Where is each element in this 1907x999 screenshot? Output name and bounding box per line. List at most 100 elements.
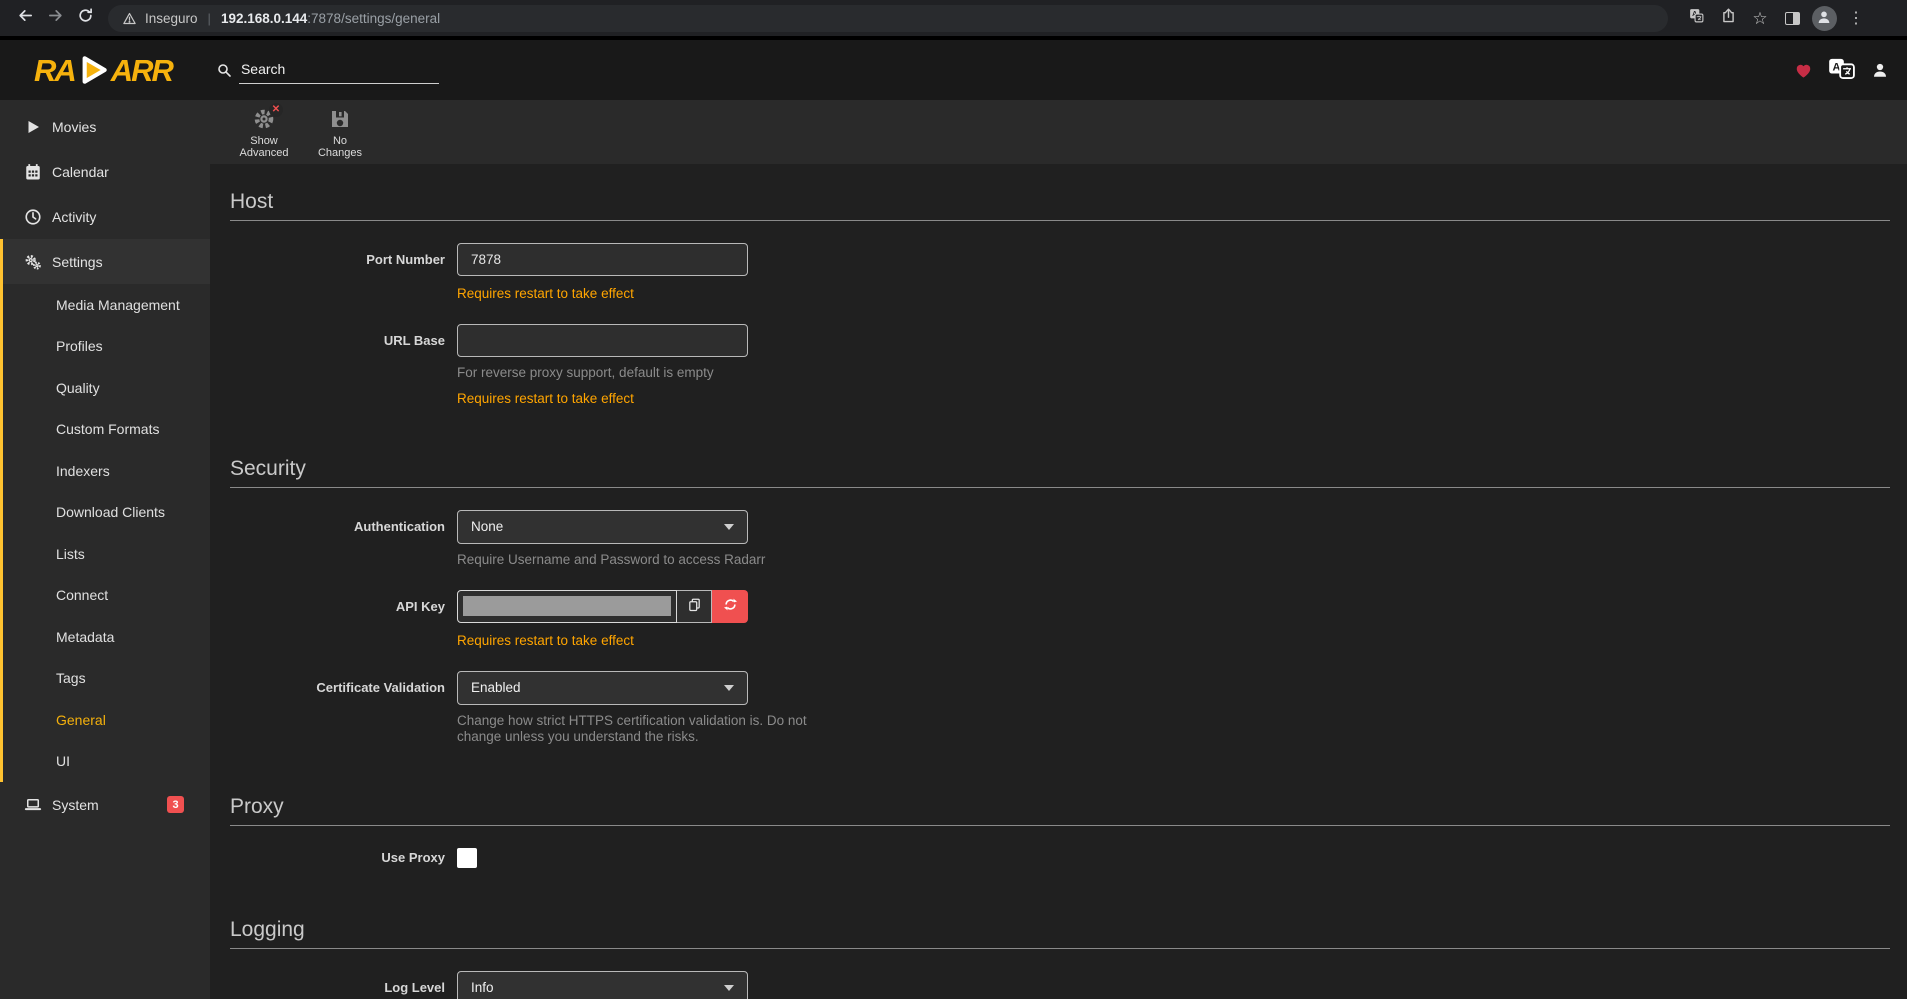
sidebar-subitem-label: Metadata [56, 629, 114, 645]
gears-icon [24, 253, 42, 271]
field-label: Log Level [230, 980, 445, 995]
field-control: Info [457, 971, 748, 999]
logo-text-right: ARR [111, 55, 172, 86]
show-advanced-button[interactable]: ✕ Show Advanced [228, 100, 300, 159]
forward-icon[interactable] [40, 3, 70, 33]
donate-heart-icon[interactable] [1794, 61, 1813, 80]
radarr-logo[interactable]: RA ARR [34, 50, 172, 90]
url-base-input[interactable] [457, 324, 748, 357]
form-row-authentication: Authentication None Require Username and P… [230, 510, 1890, 568]
api-key-redacted-value [463, 596, 671, 616]
section-heading-security: Security [230, 457, 1890, 488]
chevron-down-icon [724, 985, 734, 991]
sidebar-item-quality[interactable]: Quality [3, 367, 210, 409]
form-row-log-level: Log Level Info [230, 971, 1890, 999]
form-row-use-proxy: Use Proxy [230, 848, 1890, 868]
sidebar-subitem-label: Profiles [56, 338, 103, 354]
sidebar-item-connect[interactable]: Connect [3, 575, 210, 617]
sidebar-item-label: Settings [52, 254, 103, 270]
api-key-input[interactable] [457, 590, 677, 623]
system-health-badge: 3 [167, 796, 184, 813]
log-level-select[interactable]: Info [457, 971, 748, 999]
user-icon[interactable] [1871, 61, 1889, 79]
address-bar[interactable]: Inseguro | 192.168.0.144 :7878/settings/… [108, 5, 1668, 32]
sidebar-subitem-label: Quality [56, 380, 100, 396]
browser-menu-icon[interactable]: ⋮ [1842, 4, 1870, 32]
sidebar-item-media-management[interactable]: Media Management [3, 284, 210, 326]
bookmark-star-icon[interactable]: ☆ [1746, 4, 1774, 32]
side-panel-icon[interactable] [1778, 4, 1806, 32]
share-icon[interactable] [1714, 4, 1742, 32]
sidebar-item-movies[interactable]: Movies [0, 104, 210, 149]
sidebar-subitem-label: Connect [56, 587, 108, 603]
calendar-icon [24, 163, 42, 181]
play-icon [24, 118, 42, 136]
search-input[interactable] [239, 57, 439, 84]
sidebar-item-general[interactable]: General [3, 699, 210, 741]
field-notes: For reverse proxy support, default is em… [457, 365, 1890, 407]
chevron-down-icon [724, 685, 734, 691]
advanced-gear-icon: ✕ [252, 107, 276, 131]
sidebar-item-custom-formats[interactable]: Custom Formats [3, 409, 210, 451]
settings-content: HostPort NumberRequires restart to take … [210, 164, 1907, 999]
sidebar-item-metadata[interactable]: Metadata [3, 616, 210, 658]
sidebar-subitem-label: UI [56, 753, 70, 769]
url-host: 192.168.0.144 [221, 11, 307, 26]
save-changes-button[interactable]: No Changes [304, 100, 376, 159]
sidebar-item-profiles[interactable]: Profiles [3, 326, 210, 368]
field-control [457, 848, 748, 868]
select-value: None [471, 519, 724, 534]
clock-icon [24, 208, 42, 226]
authentication-select[interactable]: None [457, 510, 748, 544]
form-row-port-number: Port Number Requires restart to take effe… [230, 243, 1890, 302]
sidebar-subitem-label: Tags [56, 670, 86, 686]
sidebar-item-activity[interactable]: Activity [0, 194, 210, 239]
sidebar-item-lists[interactable]: Lists [3, 533, 210, 575]
restart-warning-text: Requires restart to take effect [457, 633, 1890, 649]
field-label: Certificate Validation [230, 680, 445, 695]
show-advanced-label-2: Advanced [240, 147, 289, 159]
reload-icon[interactable] [70, 3, 100, 33]
field-notes: Requires restart to take effect [457, 633, 1890, 649]
field-notes: Change how strict HTTPS certification va… [457, 713, 1890, 745]
field-label: API Key [230, 599, 445, 614]
field-label: Authentication [230, 519, 445, 534]
select-value: Info [471, 980, 724, 995]
sync [723, 597, 738, 615]
sidebar-item-tags[interactable]: Tags [3, 658, 210, 700]
helper-text: Require Username and Password to access … [457, 552, 1890, 568]
field-notes: Requires restart to take effect [457, 286, 1890, 302]
translate-icon[interactable]: A [1682, 4, 1710, 32]
field-control [457, 324, 748, 357]
sidebar-item-settings[interactable]: Settings [3, 239, 210, 284]
form-row-certificate-validation: Certificate Validation Enabled Change how … [230, 671, 1890, 745]
restart-warning-text: Requires restart to take effect [457, 286, 1890, 302]
section-heading-proxy: Proxy [230, 795, 1890, 826]
logo-text-left: RA [34, 55, 75, 86]
field-label: Use Proxy [230, 850, 445, 865]
select-value: Enabled [471, 680, 724, 695]
certificate-validation-select[interactable]: Enabled [457, 671, 748, 705]
translate-page-icon[interactable]: A [1828, 57, 1856, 84]
sidebar-item-system[interactable]: System3 [0, 782, 210, 827]
sidebar-item-label: Activity [52, 209, 96, 225]
sidebar-subitem-label: Indexers [56, 463, 110, 479]
browser-profile-avatar[interactable] [1810, 4, 1838, 32]
field-control [457, 590, 748, 623]
search-icon [216, 62, 232, 78]
security-label: Inseguro [145, 11, 198, 26]
sidebar-item-download-clients[interactable]: Download Clients [3, 492, 210, 534]
settings-toolbar: ✕ Show Advanced No Changes [210, 100, 1907, 164]
sidebar-item-ui[interactable]: UI [3, 741, 210, 783]
sidebar-item-indexers[interactable]: Indexers [3, 450, 210, 492]
regenerate-api-key-button[interactable] [712, 590, 748, 623]
back-icon[interactable] [10, 3, 40, 33]
field-label: Port Number [230, 252, 445, 267]
laptop-icon [24, 796, 42, 814]
port-number-input[interactable] [457, 243, 748, 276]
use-proxy-checkbox[interactable] [457, 848, 477, 868]
helper-text: Change how strict HTTPS certification va… [457, 713, 1890, 745]
sidebar-item-calendar[interactable]: Calendar [0, 149, 210, 194]
copy-api-key-button[interactable] [677, 590, 712, 623]
helper-text: For reverse proxy support, default is em… [457, 365, 1890, 381]
